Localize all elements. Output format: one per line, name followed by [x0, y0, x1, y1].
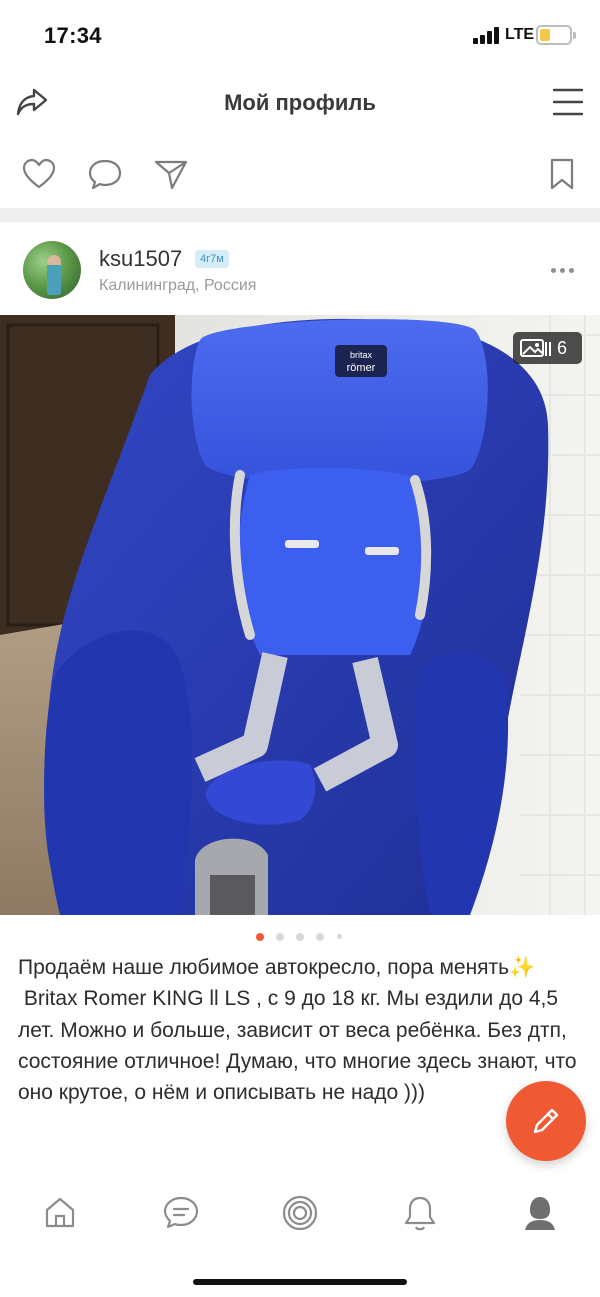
carousel-dot[interactable]	[337, 934, 342, 939]
battery-icon	[536, 25, 576, 45]
carousel-dot[interactable]	[316, 933, 324, 941]
heart-icon[interactable]	[22, 158, 56, 195]
photo-count: 6	[557, 338, 568, 358]
post-actions	[0, 150, 600, 206]
carousel-dots	[0, 933, 600, 943]
home-icon[interactable]	[42, 1194, 78, 1235]
sparkle-emoji: ✨	[509, 956, 536, 979]
location: Калининград, Россия	[99, 277, 257, 294]
page-title: Мой профиль	[224, 90, 376, 115]
status-bar: 17:34 LTE	[0, 0, 600, 70]
network-label: LTE	[505, 26, 535, 43]
description-body: Britax Romer KING ll LS , с 9 до 18 кг. …	[18, 987, 577, 1105]
home-indicator[interactable]	[193, 1279, 407, 1285]
chat-icon[interactable]	[162, 1194, 200, 1235]
hamburger-menu-icon[interactable]	[552, 88, 584, 121]
pencil-icon	[533, 1108, 559, 1134]
profile-icon[interactable]	[521, 1194, 559, 1237]
send-icon[interactable]	[154, 158, 188, 195]
photo-counter: 6	[513, 332, 582, 364]
divider	[0, 208, 600, 222]
more-options-icon[interactable]	[551, 268, 575, 274]
username[interactable]: ksu1507	[99, 246, 182, 272]
carousel-dot[interactable]	[276, 933, 284, 941]
comment-icon[interactable]	[87, 158, 123, 195]
post-photo[interactable]: britax römer 6	[0, 315, 600, 915]
gallery-icon	[519, 338, 553, 363]
bookmark-icon[interactable]	[549, 158, 575, 195]
car-seat-photo: britax römer	[0, 315, 600, 915]
bottom-nav	[0, 1182, 600, 1252]
carousel-dot[interactable]	[296, 933, 304, 941]
post-description: Продаём наше любимое автокресло, пора ме…	[18, 952, 578, 1108]
header: Мой профиль	[0, 70, 600, 136]
carousel-dot-active[interactable]	[256, 933, 264, 941]
brand-label-line2: römer	[347, 362, 376, 374]
status-time: 17:34	[44, 23, 102, 48]
signal-icon	[473, 27, 501, 44]
description-line1: Продаём наше любимое автокресло, пора ме…	[18, 956, 510, 979]
brand-label-line1: britax	[350, 350, 373, 360]
post-author: ksu1507 4г7м Калининград, Россия	[0, 222, 600, 314]
target-icon[interactable]	[281, 1194, 319, 1237]
edit-post-button[interactable]	[506, 1081, 586, 1161]
avatar[interactable]	[23, 241, 81, 299]
age-badge: 4г7м	[195, 250, 229, 268]
bell-icon[interactable]	[402, 1194, 438, 1237]
